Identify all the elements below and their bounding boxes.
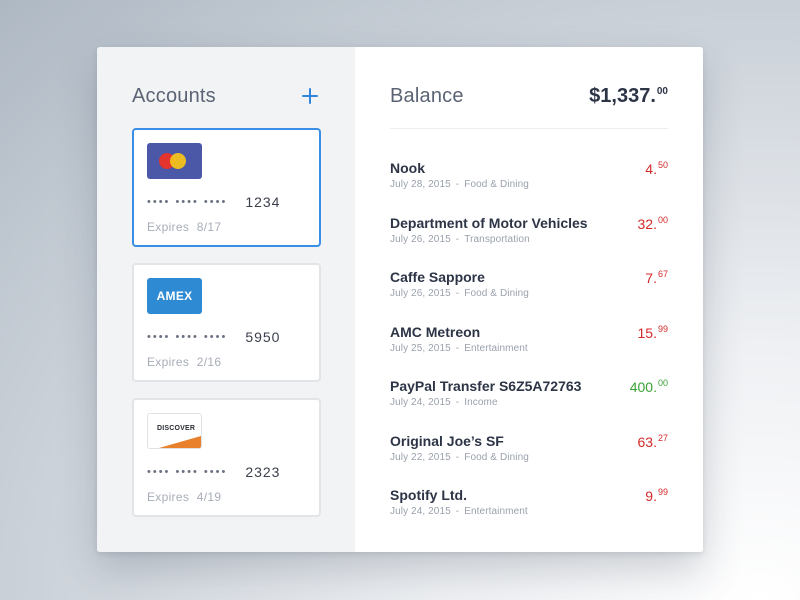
masked-digits: •••• •••• •••• — [147, 196, 228, 208]
expires-date: 2/16 — [196, 355, 222, 369]
transaction-category: Food & Dining — [464, 179, 529, 190]
amex-logo-icon: AMEX — [147, 278, 202, 314]
masked-digits: •••• •••• •••• — [147, 331, 228, 343]
app-window: Accounts •••• •••• •••• 1234 Expires 8/1… — [97, 47, 703, 552]
discover-logo-text: DISCOVER — [157, 425, 196, 432]
transaction-meta: July 28, 2015- Food & Dining — [390, 179, 668, 190]
card-discover[interactable]: DISCOVER •••• •••• •••• 2323 Expires 4/1… — [132, 398, 321, 517]
transaction-category: Income — [464, 397, 498, 408]
card-expiry: Expires 8/17 — [147, 220, 221, 234]
balance-header: Balance $1,337.00 — [390, 83, 668, 109]
balance-panel: Balance $1,337.00 Nook July 28, 2015- Food… — [355, 47, 703, 552]
transaction-row[interactable]: AMC Metreon July 25, 2015- Entertainment 15… — [390, 324, 668, 379]
card-expiry: Expires 4/19 — [147, 490, 221, 504]
transaction-date: July 22, 2015 — [390, 451, 451, 463]
transaction-category: Entertainment — [464, 342, 528, 354]
card-number: •••• •••• •••• 2323 — [147, 464, 280, 480]
balance-cents: 00 — [656, 85, 668, 97]
card-amex[interactable]: AMEX •••• •••• •••• 5950 Expires 2/16 — [132, 263, 321, 382]
transaction-name: PayPal Transfer S6Z5A72763 — [390, 378, 582, 394]
meta-separator: - — [455, 179, 460, 190]
transaction-meta: July 24, 2015- Entertainment — [390, 506, 668, 517]
transaction-amount: 9.99 — [645, 487, 668, 504]
transaction-name: Nook — [390, 160, 425, 176]
card-number: •••• •••• •••• 5950 — [147, 329, 280, 345]
expires-label: Expires — [147, 355, 190, 369]
meta-separator: - — [455, 397, 460, 408]
meta-separator: - — [455, 233, 460, 245]
meta-separator: - — [455, 288, 460, 299]
transaction-row[interactable]: Spotify Ltd. July 24, 2015- Entertainment 9… — [390, 487, 668, 542]
transaction-cents: 99 — [657, 323, 668, 334]
transaction-meta: July 26, 2015- Transportation — [390, 234, 668, 245]
transaction-row[interactable]: Caffe Sappore July 26, 2015- Food & Dining… — [390, 269, 668, 324]
transaction-category: Food & Dining — [464, 451, 529, 463]
meta-separator: - — [455, 451, 460, 463]
transaction-date: July 24, 2015 — [390, 397, 451, 408]
accounts-title: Accounts — [132, 84, 216, 107]
transaction-amount: 15.99 — [637, 323, 668, 341]
card-last4: 2323 — [245, 464, 281, 480]
transaction-category: Transportation — [464, 233, 530, 245]
transaction-name: Spotify Ltd. — [390, 487, 467, 503]
transaction-name: Original Joe’s SF — [390, 432, 504, 449]
transaction-date: July 24, 2015 — [390, 506, 451, 517]
transaction-cents: 00 — [657, 378, 668, 388]
card-expiry: Expires 2/16 — [147, 355, 221, 369]
transaction-cents: 67 — [657, 269, 668, 279]
meta-separator: - — [455, 342, 460, 354]
transaction-cents: 99 — [657, 487, 668, 497]
transaction-row[interactable]: Nook July 28, 2015- Food & Dining 4.50 — [390, 160, 668, 215]
balance-amount: $1,337.00 — [589, 84, 668, 107]
add-account-button[interactable] — [300, 85, 322, 107]
transaction-cents: 50 — [657, 160, 668, 170]
transaction-date: July 28, 2015 — [390, 179, 451, 190]
transaction-amount: 63.27 — [637, 432, 668, 450]
transaction-cents: 00 — [657, 214, 668, 225]
transaction-meta: July 26, 2015- Food & Dining — [390, 288, 668, 299]
transaction-meta: July 22, 2015- Food & Dining — [390, 452, 668, 463]
transaction-name: Caffe Sappore — [390, 269, 485, 285]
expires-date: 4/19 — [196, 490, 222, 504]
transaction-list: Nook July 28, 2015- Food & Dining 4.50 Depar… — [390, 160, 668, 542]
meta-separator: - — [455, 506, 460, 517]
transaction-cents: 27 — [657, 432, 668, 443]
card-mastercard[interactable]: •••• •••• •••• 1234 Expires 8/17 — [132, 128, 321, 247]
transaction-date: July 26, 2015 — [390, 233, 451, 245]
card-number: •••• •••• •••• 1234 — [147, 194, 280, 210]
transaction-amount: 7.67 — [645, 269, 668, 286]
divider — [390, 128, 668, 129]
transaction-category: Entertainment — [464, 506, 528, 517]
transaction-row[interactable]: Original Joe’s SF July 22, 2015- Food & Di… — [390, 433, 668, 488]
accounts-panel: Accounts •••• •••• •••• 1234 Expires 8/1… — [97, 47, 355, 552]
card-last4: 5950 — [245, 329, 281, 345]
balance-label: Balance — [390, 84, 464, 107]
expires-label: Expires — [147, 490, 190, 504]
transaction-amount: 4.50 — [645, 160, 668, 177]
transaction-name: Department of Motor Vehicles — [390, 214, 588, 231]
masked-digits: •••• •••• •••• — [147, 466, 228, 478]
transaction-meta: July 25, 2015- Entertainment — [390, 343, 668, 354]
transaction-date: July 26, 2015 — [390, 288, 451, 299]
accounts-header: Accounts — [132, 83, 322, 109]
transaction-date: July 25, 2015 — [390, 342, 451, 354]
discover-logo-icon: DISCOVER — [147, 413, 202, 449]
transaction-category: Food & Dining — [464, 288, 529, 299]
transaction-meta: July 24, 2015- Income — [390, 397, 668, 408]
transaction-name: AMC Metreon — [390, 323, 481, 340]
transaction-amount: 400.00 — [629, 378, 668, 395]
transaction-row[interactable]: Department of Motor Vehicles July 26, 201… — [390, 215, 668, 270]
transaction-amount: 32.00 — [637, 214, 668, 232]
card-last4: 1234 — [245, 194, 281, 210]
expires-label: Expires — [147, 220, 190, 234]
expires-date: 8/17 — [196, 220, 222, 234]
mastercard-logo-icon — [147, 143, 202, 179]
transaction-row[interactable]: PayPal Transfer S6Z5A72763 July 24, 2015-… — [390, 378, 668, 433]
